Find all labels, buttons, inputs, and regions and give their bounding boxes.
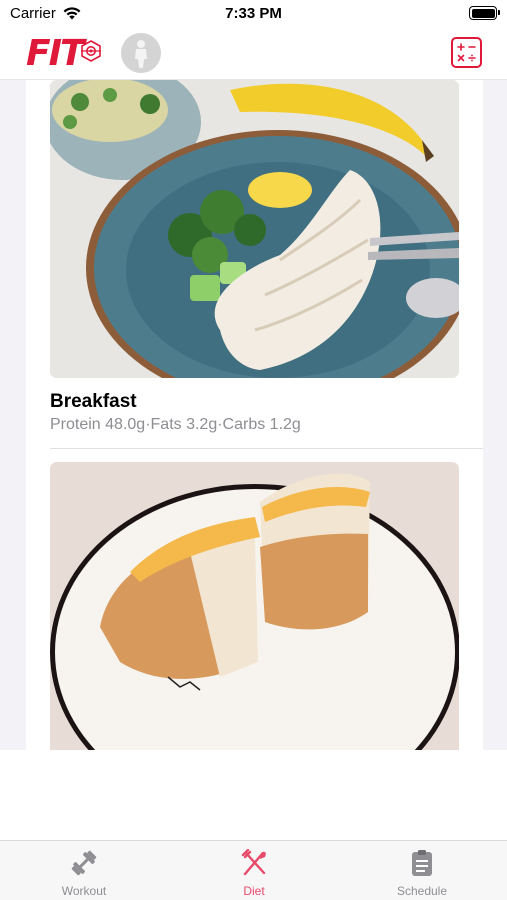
orange-cake-plate-photo[interactable]: [50, 462, 459, 750]
fork-knife-icon: [241, 849, 266, 876]
meal-card[interactable]: [26, 462, 483, 750]
tab-schedule[interactable]: Schedule: [362, 841, 482, 900]
diet-content[interactable]: Breakfast Protein 48.0g·Fats 3.2g·Carbs …: [0, 80, 507, 750]
tab-label-workout: Workout: [61, 884, 107, 898]
status-bar: Carrier 7:33 PM: [0, 0, 507, 28]
app-logo: FIT: [26, 33, 85, 74]
tab-label-schedule: Schedule: [396, 884, 448, 898]
meal-card[interactable]: Breakfast Protein 48.0g·Fats 3.2g·Carbs …: [26, 80, 483, 450]
battery-icon: [469, 6, 500, 20]
target-icon: [81, 40, 101, 62]
meal-title: Breakfast: [50, 391, 137, 412]
tab-bar: Workout Diet Schedule: [0, 840, 507, 900]
nav-bar: FIT: [0, 28, 507, 80]
calculator-button[interactable]: [451, 37, 482, 68]
protein-value: Protein 48.0g: [50, 416, 146, 433]
divider: [50, 448, 483, 449]
tab-diet[interactable]: Diet: [194, 841, 314, 900]
dumbbell-icon: [71, 850, 97, 876]
tab-label-diet: Diet: [243, 884, 265, 898]
meal-macros: Protein 48.0g·Fats 3.2g·Carbs 1.2g: [50, 416, 301, 434]
fats-value: Fats 3.2g: [150, 416, 218, 433]
meal-feed[interactable]: Breakfast Protein 48.0g·Fats 3.2g·Carbs …: [26, 80, 483, 750]
carbs-value: Carbs 1.2g: [222, 416, 301, 433]
avatar[interactable]: [121, 33, 161, 73]
clipboard-icon: [412, 850, 432, 876]
grilled-chicken-plate-photo[interactable]: [50, 80, 459, 378]
calculator-icon: [457, 43, 476, 62]
tab-workout[interactable]: Workout: [24, 841, 144, 900]
clock: 7:33 PM: [225, 5, 282, 22]
avatar-icon: [121, 33, 161, 73]
